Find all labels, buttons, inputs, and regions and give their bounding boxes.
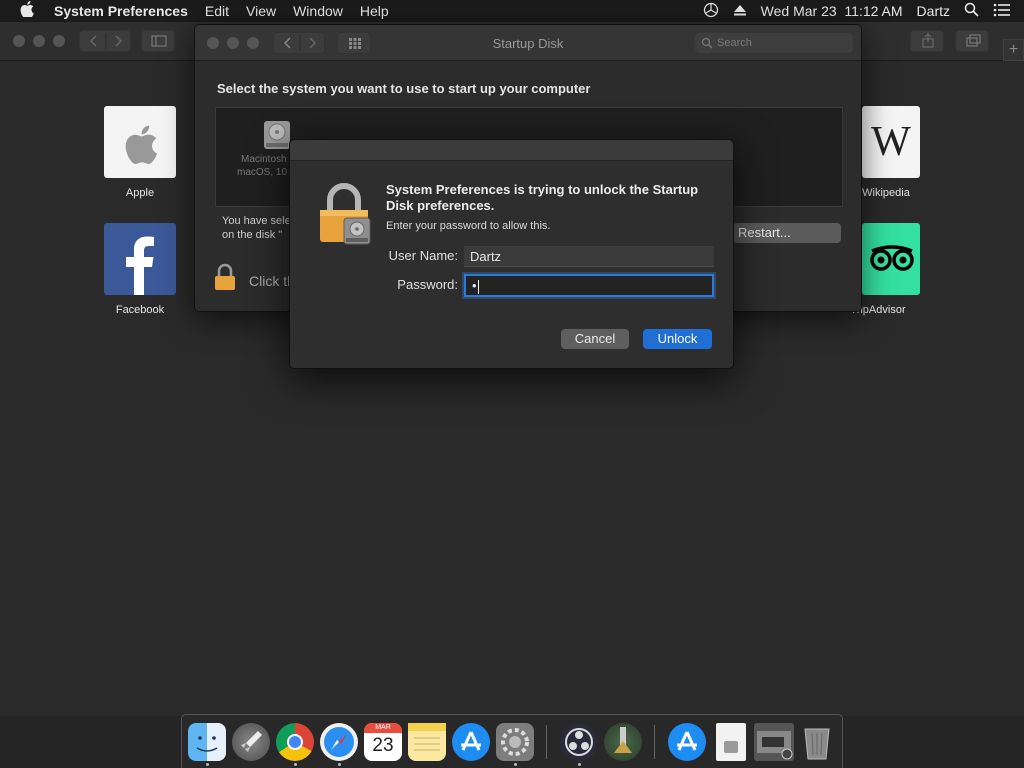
password-field[interactable]: • bbox=[464, 274, 714, 297]
hard-disk-icon[interactable] bbox=[262, 118, 292, 152]
dock-separator bbox=[546, 725, 547, 759]
auth-dialog-subtitle: Enter your password to allow this. bbox=[386, 220, 551, 232]
app-store-icon[interactable] bbox=[452, 723, 490, 761]
app-store-folder-icon[interactable] bbox=[668, 723, 706, 761]
finder-icon[interactable] bbox=[188, 723, 226, 761]
close-button[interactable] bbox=[13, 35, 25, 47]
lock-icon[interactable] bbox=[214, 263, 236, 291]
dock-running-indicator bbox=[294, 763, 297, 766]
info-line-1: You have sele bbox=[222, 215, 291, 227]
menu-edit[interactable]: Edit bbox=[205, 3, 229, 19]
safari-icon[interactable] bbox=[320, 723, 358, 761]
facebook-tile-label: Facebook bbox=[115, 304, 165, 316]
unlock-button[interactable]: Unlock bbox=[643, 329, 712, 349]
system-preferences-icon[interactable] bbox=[496, 723, 534, 761]
menubar-clock[interactable]: Wed Mar 23 11:12 AM bbox=[761, 3, 903, 19]
tripadvisor-logo-icon bbox=[870, 245, 914, 271]
status-icon[interactable] bbox=[703, 2, 719, 21]
tabs-button[interactable] bbox=[955, 30, 989, 52]
notes-icon[interactable] bbox=[408, 723, 446, 761]
trash-icon[interactable] bbox=[800, 723, 834, 761]
eject-icon[interactable] bbox=[733, 3, 747, 20]
apple-menu-icon[interactable] bbox=[16, 1, 38, 21]
obs-icon[interactable] bbox=[560, 723, 598, 761]
back-forward-buttons[interactable] bbox=[79, 30, 131, 52]
facebook-logo-icon bbox=[126, 236, 154, 295]
menu-window[interactable]: Window bbox=[293, 3, 343, 19]
auth-dialog: System Preferences is trying to unlock t… bbox=[289, 139, 734, 369]
disk-os-version: macOS, 10 bbox=[237, 167, 288, 178]
startup-disk-heading: Select the system you want to use to sta… bbox=[217, 81, 591, 96]
menu-view[interactable]: View bbox=[246, 3, 276, 19]
search-icon bbox=[701, 37, 713, 49]
password-value: • bbox=[472, 278, 477, 293]
screenshot-icon[interactable] bbox=[754, 723, 794, 761]
text-cursor bbox=[477, 279, 479, 294]
share-button[interactable] bbox=[910, 30, 944, 52]
auth-dialog-titlebar bbox=[290, 140, 733, 161]
menu-bar: System Preferences Edit View Window Help… bbox=[0, 0, 1024, 22]
zoom-button[interactable] bbox=[53, 35, 65, 47]
dock-separator bbox=[654, 725, 655, 759]
dock-running-indicator bbox=[206, 763, 209, 766]
menu-app-name[interactable]: System Preferences bbox=[54, 3, 188, 19]
notification-center-icon[interactable] bbox=[993, 3, 1010, 20]
apple-tile[interactable] bbox=[104, 106, 176, 178]
wikipedia-logo-icon: W bbox=[871, 119, 911, 165]
disk-name: Macintosh bbox=[241, 154, 287, 165]
minimize-button[interactable] bbox=[33, 35, 45, 47]
menu-help[interactable]: Help bbox=[360, 3, 389, 19]
cancel-button[interactable]: Cancel bbox=[561, 329, 629, 349]
spotlight-search-icon[interactable] bbox=[964, 2, 979, 20]
info-line-2: on the disk " bbox=[222, 229, 283, 241]
apple-tile-label: Apple bbox=[125, 187, 155, 199]
new-tab-button[interactable]: + bbox=[1003, 39, 1024, 61]
padlock-icon bbox=[320, 183, 371, 245]
dock-running-indicator bbox=[578, 763, 581, 766]
document-icon[interactable] bbox=[716, 723, 746, 761]
sd-search-field[interactable]: Search bbox=[695, 33, 853, 53]
calendar-month: MAR bbox=[364, 723, 402, 733]
username-field[interactable]: Dartz bbox=[464, 246, 714, 267]
startup-disk-titlebar: Startup Disk Search bbox=[195, 25, 861, 61]
launchpad-icon[interactable] bbox=[232, 723, 270, 761]
restart-button[interactable]: Restart... bbox=[733, 223, 841, 243]
dock-running-indicator bbox=[338, 763, 341, 766]
calendar-icon[interactable]: MAR 23 bbox=[364, 723, 402, 761]
dock: MAR 23 bbox=[181, 714, 843, 768]
calendar-day: 23 bbox=[372, 735, 394, 756]
auth-dialog-title: System Preferences is trying to unlock t… bbox=[386, 182, 699, 213]
menubar-user[interactable]: Dartz bbox=[917, 3, 950, 19]
chrome-icon[interactable] bbox=[276, 723, 314, 761]
sd-search-placeholder: Search bbox=[717, 37, 752, 49]
sidebar-toggle-button[interactable] bbox=[141, 30, 175, 52]
dock-running-indicator bbox=[514, 763, 517, 766]
facebook-tile[interactable] bbox=[104, 223, 176, 295]
apple-logo-icon bbox=[125, 125, 158, 165]
username-label: User Name: bbox=[388, 248, 458, 263]
wikipedia-tile[interactable]: W bbox=[862, 106, 920, 178]
password-label: Password: bbox=[397, 277, 458, 292]
utility-icon[interactable] bbox=[604, 723, 642, 761]
tripadvisor-tile[interactable] bbox=[862, 223, 920, 295]
